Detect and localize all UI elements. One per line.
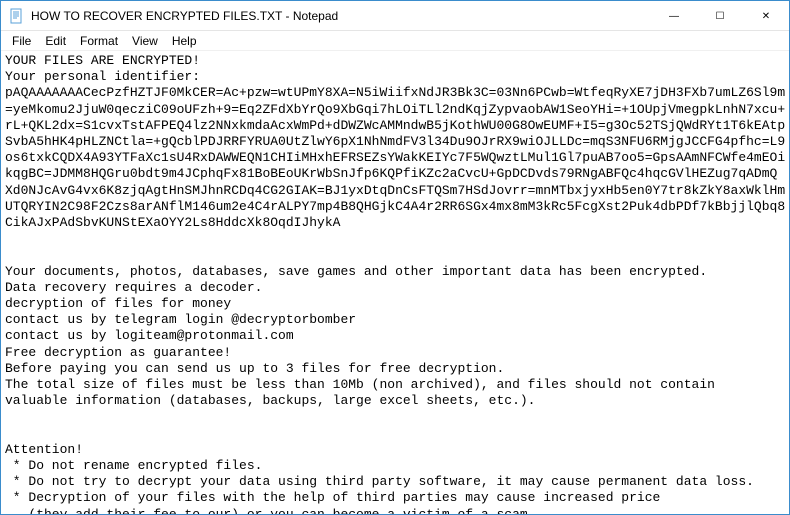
close-button[interactable]: ✕: [743, 1, 789, 31]
text-attention: Attention!: [5, 442, 83, 457]
menu-help[interactable]: Help: [165, 32, 204, 50]
menu-bar: File Edit Format View Help: [1, 31, 789, 51]
text-pid-block: pAQAAAAAAACecPzfHZTJF0MkCER=Ac+pzw=wtUPm…: [5, 85, 785, 230]
window-title: HOW TO RECOVER ENCRYPTED FILES.TXT - Not…: [31, 9, 651, 23]
text-pid-label: Your personal identifier:: [5, 69, 200, 84]
text-bullet2: * Do not try to decrypt your data using …: [5, 474, 754, 489]
maximize-button[interactable]: ☐: [697, 1, 743, 31]
text-bullet3: * Decryption of your files with the help…: [5, 490, 660, 514]
text-header: YOUR FILES ARE ENCRYPTED!: [5, 53, 200, 68]
menu-format[interactable]: Format: [73, 32, 125, 50]
notepad-icon: [9, 8, 25, 24]
menu-file[interactable]: File: [5, 32, 38, 50]
menu-view[interactable]: View: [125, 32, 165, 50]
minimize-button[interactable]: —: [651, 1, 697, 31]
text-editor-content[interactable]: YOUR FILES ARE ENCRYPTED! Your personal …: [1, 51, 789, 514]
text-bullet1: * Do not rename encrypted files.: [5, 458, 262, 473]
text-section2: Your documents, photos, databases, save …: [5, 264, 715, 409]
window-controls: — ☐ ✕: [651, 1, 789, 30]
window-titlebar: HOW TO RECOVER ENCRYPTED FILES.TXT - Not…: [1, 1, 789, 31]
menu-edit[interactable]: Edit: [38, 32, 73, 50]
